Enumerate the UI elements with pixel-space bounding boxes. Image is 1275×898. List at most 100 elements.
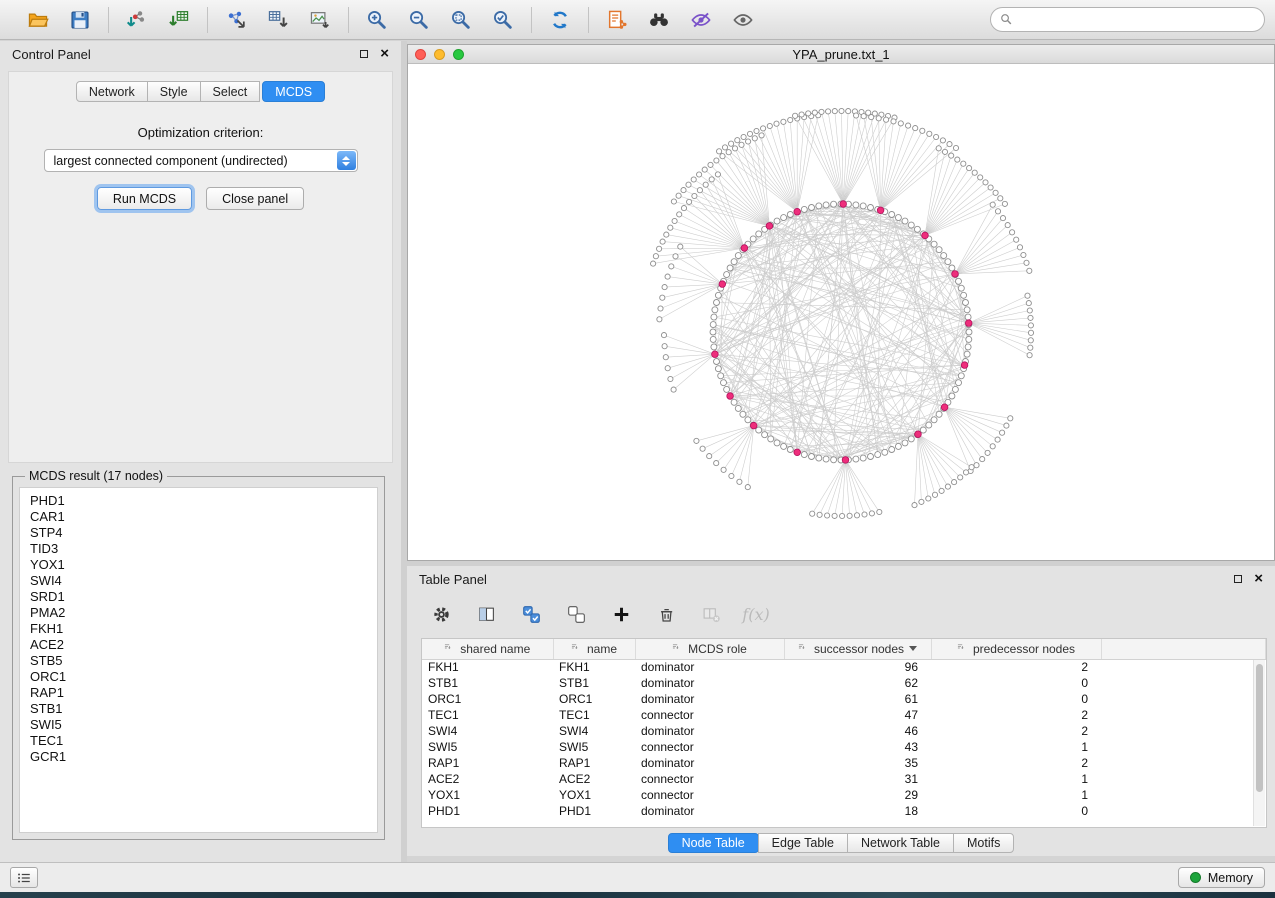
mcds-result-item[interactable]: SWI5 bbox=[30, 717, 377, 733]
tab-network-table[interactable]: Network Table bbox=[847, 833, 954, 853]
export-table-icon bbox=[267, 9, 289, 31]
network-view[interactable] bbox=[408, 64, 1274, 560]
zoom-fit-button[interactable] bbox=[448, 7, 474, 33]
mcds-result-item[interactable]: SRD1 bbox=[30, 589, 377, 605]
control-panel-titlebar: Control Panel × bbox=[0, 41, 401, 67]
export-table-button[interactable] bbox=[265, 7, 291, 33]
refresh-layout-button[interactable] bbox=[547, 7, 573, 33]
optimization-label: Optimization criterion: bbox=[9, 125, 392, 140]
mcds-result-item[interactable]: RAP1 bbox=[30, 685, 377, 701]
close-table-panel-icon[interactable]: × bbox=[1254, 574, 1263, 584]
search-network-button[interactable] bbox=[646, 7, 672, 33]
mcds-result-item[interactable]: STP4 bbox=[30, 525, 377, 541]
table-row[interactable]: RAP1RAP1dominator352 bbox=[422, 755, 1266, 771]
memory-button[interactable]: Memory bbox=[1178, 867, 1265, 888]
close-panel-button[interactable]: Close panel bbox=[206, 187, 304, 210]
settings-gear-icon bbox=[432, 605, 451, 624]
add-row-button[interactable] bbox=[609, 602, 633, 626]
deselect-all-button[interactable] bbox=[564, 602, 588, 626]
mcds-result-item[interactable]: TID3 bbox=[30, 541, 377, 557]
table-row[interactable]: STB1STB1dominator620 bbox=[422, 675, 1266, 691]
mcds-result-item[interactable]: STB5 bbox=[30, 653, 377, 669]
tab-style[interactable]: Style bbox=[147, 81, 201, 102]
panel-menu-button[interactable] bbox=[10, 867, 38, 888]
delete-row-button[interactable] bbox=[654, 602, 678, 626]
table-cell: dominator bbox=[635, 659, 784, 675]
table-panel-titlebar: Table Panel × bbox=[407, 566, 1275, 592]
refresh-layout-icon bbox=[549, 9, 571, 31]
table-cell: 18 bbox=[784, 803, 931, 819]
table-cell: 1 bbox=[931, 787, 1101, 803]
column-header-predecessor-nodes[interactable]: predecessor nodes bbox=[931, 639, 1101, 659]
close-window-button[interactable] bbox=[415, 49, 426, 60]
table-row[interactable]: ACE2ACE2connector311 bbox=[422, 771, 1266, 787]
search-input[interactable] bbox=[1019, 13, 1255, 27]
tab-node-table[interactable]: Node Table bbox=[668, 833, 759, 853]
save-session-button[interactable] bbox=[67, 7, 93, 33]
export-network-button[interactable] bbox=[223, 7, 249, 33]
network-graph bbox=[408, 64, 1274, 560]
hide-selected-button[interactable] bbox=[688, 7, 714, 33]
run-mcds-button[interactable]: Run MCDS bbox=[97, 187, 192, 210]
table-row[interactable]: FKH1FKH1dominator962 bbox=[422, 659, 1266, 675]
table-row[interactable]: SWI4SWI4dominator462 bbox=[422, 723, 1266, 739]
mcds-result-item[interactable]: YOX1 bbox=[30, 557, 377, 573]
export-image-button[interactable] bbox=[307, 7, 333, 33]
mcds-result-item[interactable]: ACE2 bbox=[30, 637, 377, 653]
column-header-MCDS-role[interactable]: MCDS role bbox=[635, 639, 784, 659]
share-document-button[interactable] bbox=[604, 7, 630, 33]
zoom-selected-button[interactable] bbox=[490, 7, 516, 33]
table-row[interactable]: YOX1YOX1connector291 bbox=[422, 787, 1266, 803]
mcds-result-item[interactable]: TEC1 bbox=[30, 733, 377, 749]
column-visibility-button[interactable] bbox=[474, 602, 498, 626]
mcds-result-item[interactable]: SWI4 bbox=[30, 573, 377, 589]
import-table-button[interactable] bbox=[166, 7, 192, 33]
optimization-dropdown[interactable]: largest connected component (undirected) bbox=[44, 149, 358, 172]
table-cell: SWI4 bbox=[553, 723, 635, 739]
mcds-result-list[interactable]: PHD1CAR1STP4TID3YOX1SWI4SRD1PMA2FKH1ACE2… bbox=[19, 487, 378, 833]
save-session-icon bbox=[69, 9, 91, 31]
close-panel-icon[interactable]: × bbox=[380, 49, 389, 59]
mcds-result-item[interactable]: GCR1 bbox=[30, 749, 377, 765]
open-file-button[interactable] bbox=[25, 7, 51, 33]
table-cell: 0 bbox=[931, 803, 1101, 819]
table-cell: ACE2 bbox=[422, 771, 553, 787]
table-cell: 1 bbox=[931, 739, 1101, 755]
column-header-shared-name[interactable]: shared name bbox=[422, 639, 553, 659]
select-all-button[interactable] bbox=[519, 602, 543, 626]
import-network-button[interactable] bbox=[124, 7, 150, 33]
table-row[interactable]: ORC1ORC1dominator610 bbox=[422, 691, 1266, 707]
maximize-window-button[interactable] bbox=[453, 49, 464, 60]
zoom-in-button[interactable] bbox=[364, 7, 390, 33]
mcds-result-item[interactable]: ORC1 bbox=[30, 669, 377, 685]
mcds-result-item[interactable]: PMA2 bbox=[30, 605, 377, 621]
tab-select[interactable]: Select bbox=[200, 81, 261, 102]
tab-mcds[interactable]: MCDS bbox=[262, 81, 325, 102]
tab-motifs[interactable]: Motifs bbox=[953, 833, 1014, 853]
float-panel-icon[interactable] bbox=[360, 50, 368, 58]
minimize-window-button[interactable] bbox=[434, 49, 445, 60]
open-file-icon bbox=[27, 9, 49, 31]
table-row[interactable]: TEC1TEC1connector472 bbox=[422, 707, 1266, 723]
delete-column-button bbox=[699, 602, 723, 626]
mcds-result-item[interactable]: STB1 bbox=[30, 701, 377, 717]
toolbar-groups bbox=[10, 7, 771, 33]
table-row[interactable]: SWI5SWI5connector431 bbox=[422, 739, 1266, 755]
table-cell: FKH1 bbox=[553, 659, 635, 675]
table-scrollbar-thumb[interactable] bbox=[1256, 664, 1263, 792]
table-row[interactable]: PHD1PHD1dominator180 bbox=[422, 803, 1266, 819]
mcds-result-item[interactable]: PHD1 bbox=[30, 493, 377, 509]
table-cell: 46 bbox=[784, 723, 931, 739]
show-all-button[interactable] bbox=[730, 7, 756, 33]
column-visibility-icon bbox=[477, 605, 496, 624]
float-table-panel-icon[interactable] bbox=[1234, 575, 1242, 583]
function-icon: f(x) bbox=[742, 605, 769, 624]
zoom-out-button[interactable] bbox=[406, 7, 432, 33]
settings-gear-button[interactable] bbox=[429, 602, 453, 626]
column-header-name[interactable]: name bbox=[553, 639, 635, 659]
mcds-result-item[interactable]: FKH1 bbox=[30, 621, 377, 637]
tab-edge-table[interactable]: Edge Table bbox=[758, 833, 848, 853]
column-header-successor-nodes[interactable]: successor nodes bbox=[784, 639, 931, 659]
mcds-result-item[interactable]: CAR1 bbox=[30, 509, 377, 525]
tab-network[interactable]: Network bbox=[76, 81, 148, 102]
